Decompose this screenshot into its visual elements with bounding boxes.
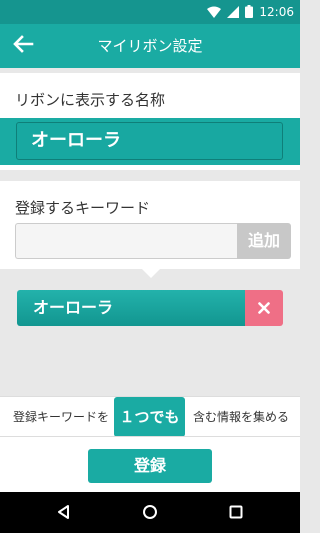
app-bar: マイリボン設定 — [0, 24, 300, 68]
signal-icon — [227, 3, 240, 22]
condition-suffix: 含む情報を集める — [193, 410, 290, 424]
footer: 登録 — [0, 436, 300, 492]
arrow-left-icon — [12, 35, 34, 57]
keyword-entry-label: 登録するキーワード — [15, 199, 151, 217]
keyword-chip: オーローラ — [17, 290, 283, 326]
navigation-bar — [0, 492, 300, 533]
condition-section: 登録キーワードを １つでも 含む情報を集める — [0, 396, 300, 437]
close-icon — [258, 299, 270, 318]
wifi-icon — [207, 3, 222, 22]
add-keyword-button[interactable]: 追加 — [237, 223, 291, 259]
status-icons: 12:06 — [207, 4, 294, 20]
status-bar: 12:06 — [0, 0, 300, 24]
register-button[interactable]: 登録 — [88, 449, 212, 483]
back-button[interactable] — [10, 34, 36, 58]
ribbon-name-field-wrap: オーローラ — [0, 118, 300, 165]
ribbon-name-section: リボンに表示する名称 オーローラ — [0, 73, 300, 170]
pointer-arrow — [142, 269, 160, 278]
keyword-chip-label: オーローラ — [17, 290, 245, 326]
status-time: 12:06 — [259, 5, 294, 19]
recents-square-icon[interactable] — [228, 504, 244, 524]
keyword-input[interactable] — [15, 223, 237, 259]
home-circle-icon[interactable] — [142, 504, 158, 524]
page-title: マイリボン設定 — [97, 37, 203, 55]
battery-icon — [245, 3, 254, 22]
condition-toggle-button[interactable]: １つでも — [114, 397, 185, 437]
remove-keyword-button[interactable] — [245, 290, 283, 326]
back-triangle-icon[interactable] — [56, 504, 72, 524]
ribbon-name-input[interactable]: オーローラ — [16, 122, 283, 160]
condition-prefix: 登録キーワードを — [13, 410, 110, 424]
ribbon-name-label: リボンに表示する名称 — [15, 91, 166, 109]
keyword-entry-section: 登録するキーワード 追加 — [0, 181, 300, 269]
keyword-list — [0, 269, 300, 396]
